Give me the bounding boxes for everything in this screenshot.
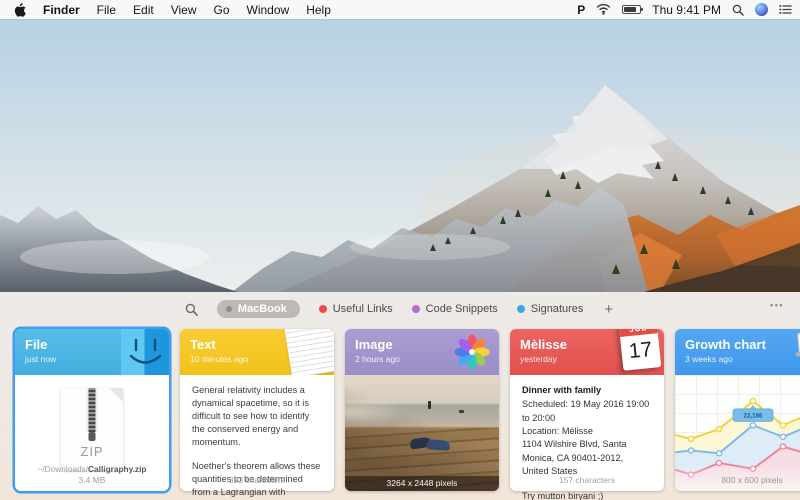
desktop: Finder File Edit View Go Window Help P T… [0,0,800,500]
card-time: just now [25,354,57,364]
menu-go[interactable]: Go [214,3,230,17]
card-title: Text [190,337,216,352]
zip-file-icon: ZIP [61,388,123,470]
file-name: Calligraphy.zip [88,464,147,474]
zip-badge: ZIP [80,444,104,459]
event-title: Dinner with family [522,385,602,395]
svg-text:22,186: 22,186 [744,413,764,420]
pinboard-toolbar: MacBook Useful Links Code Snippets Signa… [0,292,800,326]
card-header: Text 10 minutes ago [180,329,334,375]
paste-panel: MacBook Useful Links Code Snippets Signa… [0,292,800,500]
zipper [86,388,98,432]
photo-shadow [345,375,499,491]
text-paragraph: General relativity includes a dynamical … [192,385,310,448]
zipper-pull [88,432,96,441]
spotlight-icon[interactable] [732,4,744,16]
card-header: Image 2 hours ago [345,329,499,375]
pinboard-code-snippets[interactable]: Code Snippets [411,303,498,315]
finder-icon [121,329,169,375]
menu-view[interactable]: View [171,3,197,17]
card-title: Image [355,337,393,352]
event-location: Location: Mélisse [522,426,593,437]
clipboard-card-event[interactable]: JUL 17 Mèlisse yesterday Dinner with fam… [510,329,664,500]
pinboard-label: Signatures [530,303,584,315]
image-dimensions: 3264 x 2448 pixels [345,476,499,491]
pinboard-dot [411,305,420,313]
pinboard-macbook[interactable]: MacBook [216,300,300,318]
paste-menu-extra-icon[interactable]: P [577,3,585,17]
more-options-button[interactable]: ••• [770,300,784,310]
pinboard-dot [318,305,327,313]
file-path-prefix: ~/Downloads/ [37,464,89,474]
siri-icon[interactable] [755,3,768,16]
add-pinboard-button[interactable]: + [602,302,615,317]
card-time: yesterday [520,354,557,364]
menu-edit[interactable]: Edit [133,3,154,17]
notification-center-icon[interactable] [779,4,792,15]
character-count: 323 characters [228,475,286,485]
search-icon[interactable] [185,303,198,316]
menu-bar-clock[interactable]: Thu 9:41 PM [652,3,721,17]
card-header: Growth chart 3 weeks ago [675,329,800,375]
card-title: Mèlisse [520,337,567,352]
desktop-wallpaper [0,19,800,292]
card-header: File just now [15,329,169,375]
card-title: Growth chart [685,337,766,352]
pinboard-useful-links[interactable]: Useful Links [318,303,393,315]
image-dimensions: 800 x 600 pixels [721,475,783,485]
image-thumbnail: 3264 x 2448 pixels [345,375,499,491]
note-paper-icon [284,329,334,375]
apple-menu-icon[interactable] [14,2,26,17]
file-path: ~/Downloads/Calligraphy.zip [15,464,169,474]
card-time: 2 hours ago [355,354,400,364]
wifi-icon[interactable] [596,4,611,15]
card-time: 3 weeks ago [685,354,733,364]
clipboard-card-text[interactable]: Text 10 minutes ago General relativity i… [180,329,334,497]
page-fold [109,388,123,402]
clipboard-card-file[interactable]: File just now ZIP ~/Downloads/Calligraph… [15,329,169,491]
clipboard-card-image[interactable]: Image 2 hours ago 3264 x 2448 pixels [345,329,499,491]
pinboard-signatures[interactable]: Signatures [516,303,584,315]
pinboard-label: Code Snippets [425,303,498,315]
event-schedule: Scheduled: 19 May 2016 19:00 to 20:00 [522,399,650,423]
menu-help[interactable]: Help [306,3,331,17]
clipboard-card-chart[interactable]: Growth chart 3 weeks ago 22,186 800 x 60… [675,329,800,491]
pinboard-dot [516,305,525,313]
pinboard-label: Useful Links [332,303,393,315]
menu-window[interactable]: Window [247,3,290,17]
event-address: 1104 Wilshire Blvd, Santa Monica, CA 904… [522,439,627,477]
menu-bar: Finder File Edit View Go Window Help P T… [0,0,800,19]
card-title: File [25,337,48,352]
pinboard-dot [225,306,232,312]
menu-finder[interactable]: Finder [43,3,80,17]
card-header: JUL 17 Mèlisse yesterday [510,329,664,375]
chart-thumbnail: 22,186 800 x 600 pixels [675,375,800,491]
card-time: 10 minutes ago [190,354,249,364]
file-size: 3.4 MB [78,475,106,485]
battery-icon[interactable] [622,5,644,14]
menu-file[interactable]: File [97,3,116,17]
character-count: 157 characters [558,475,616,485]
pinboard-label: MacBook [237,303,287,315]
event-note: Try mutton biryani ;) [522,491,604,500]
